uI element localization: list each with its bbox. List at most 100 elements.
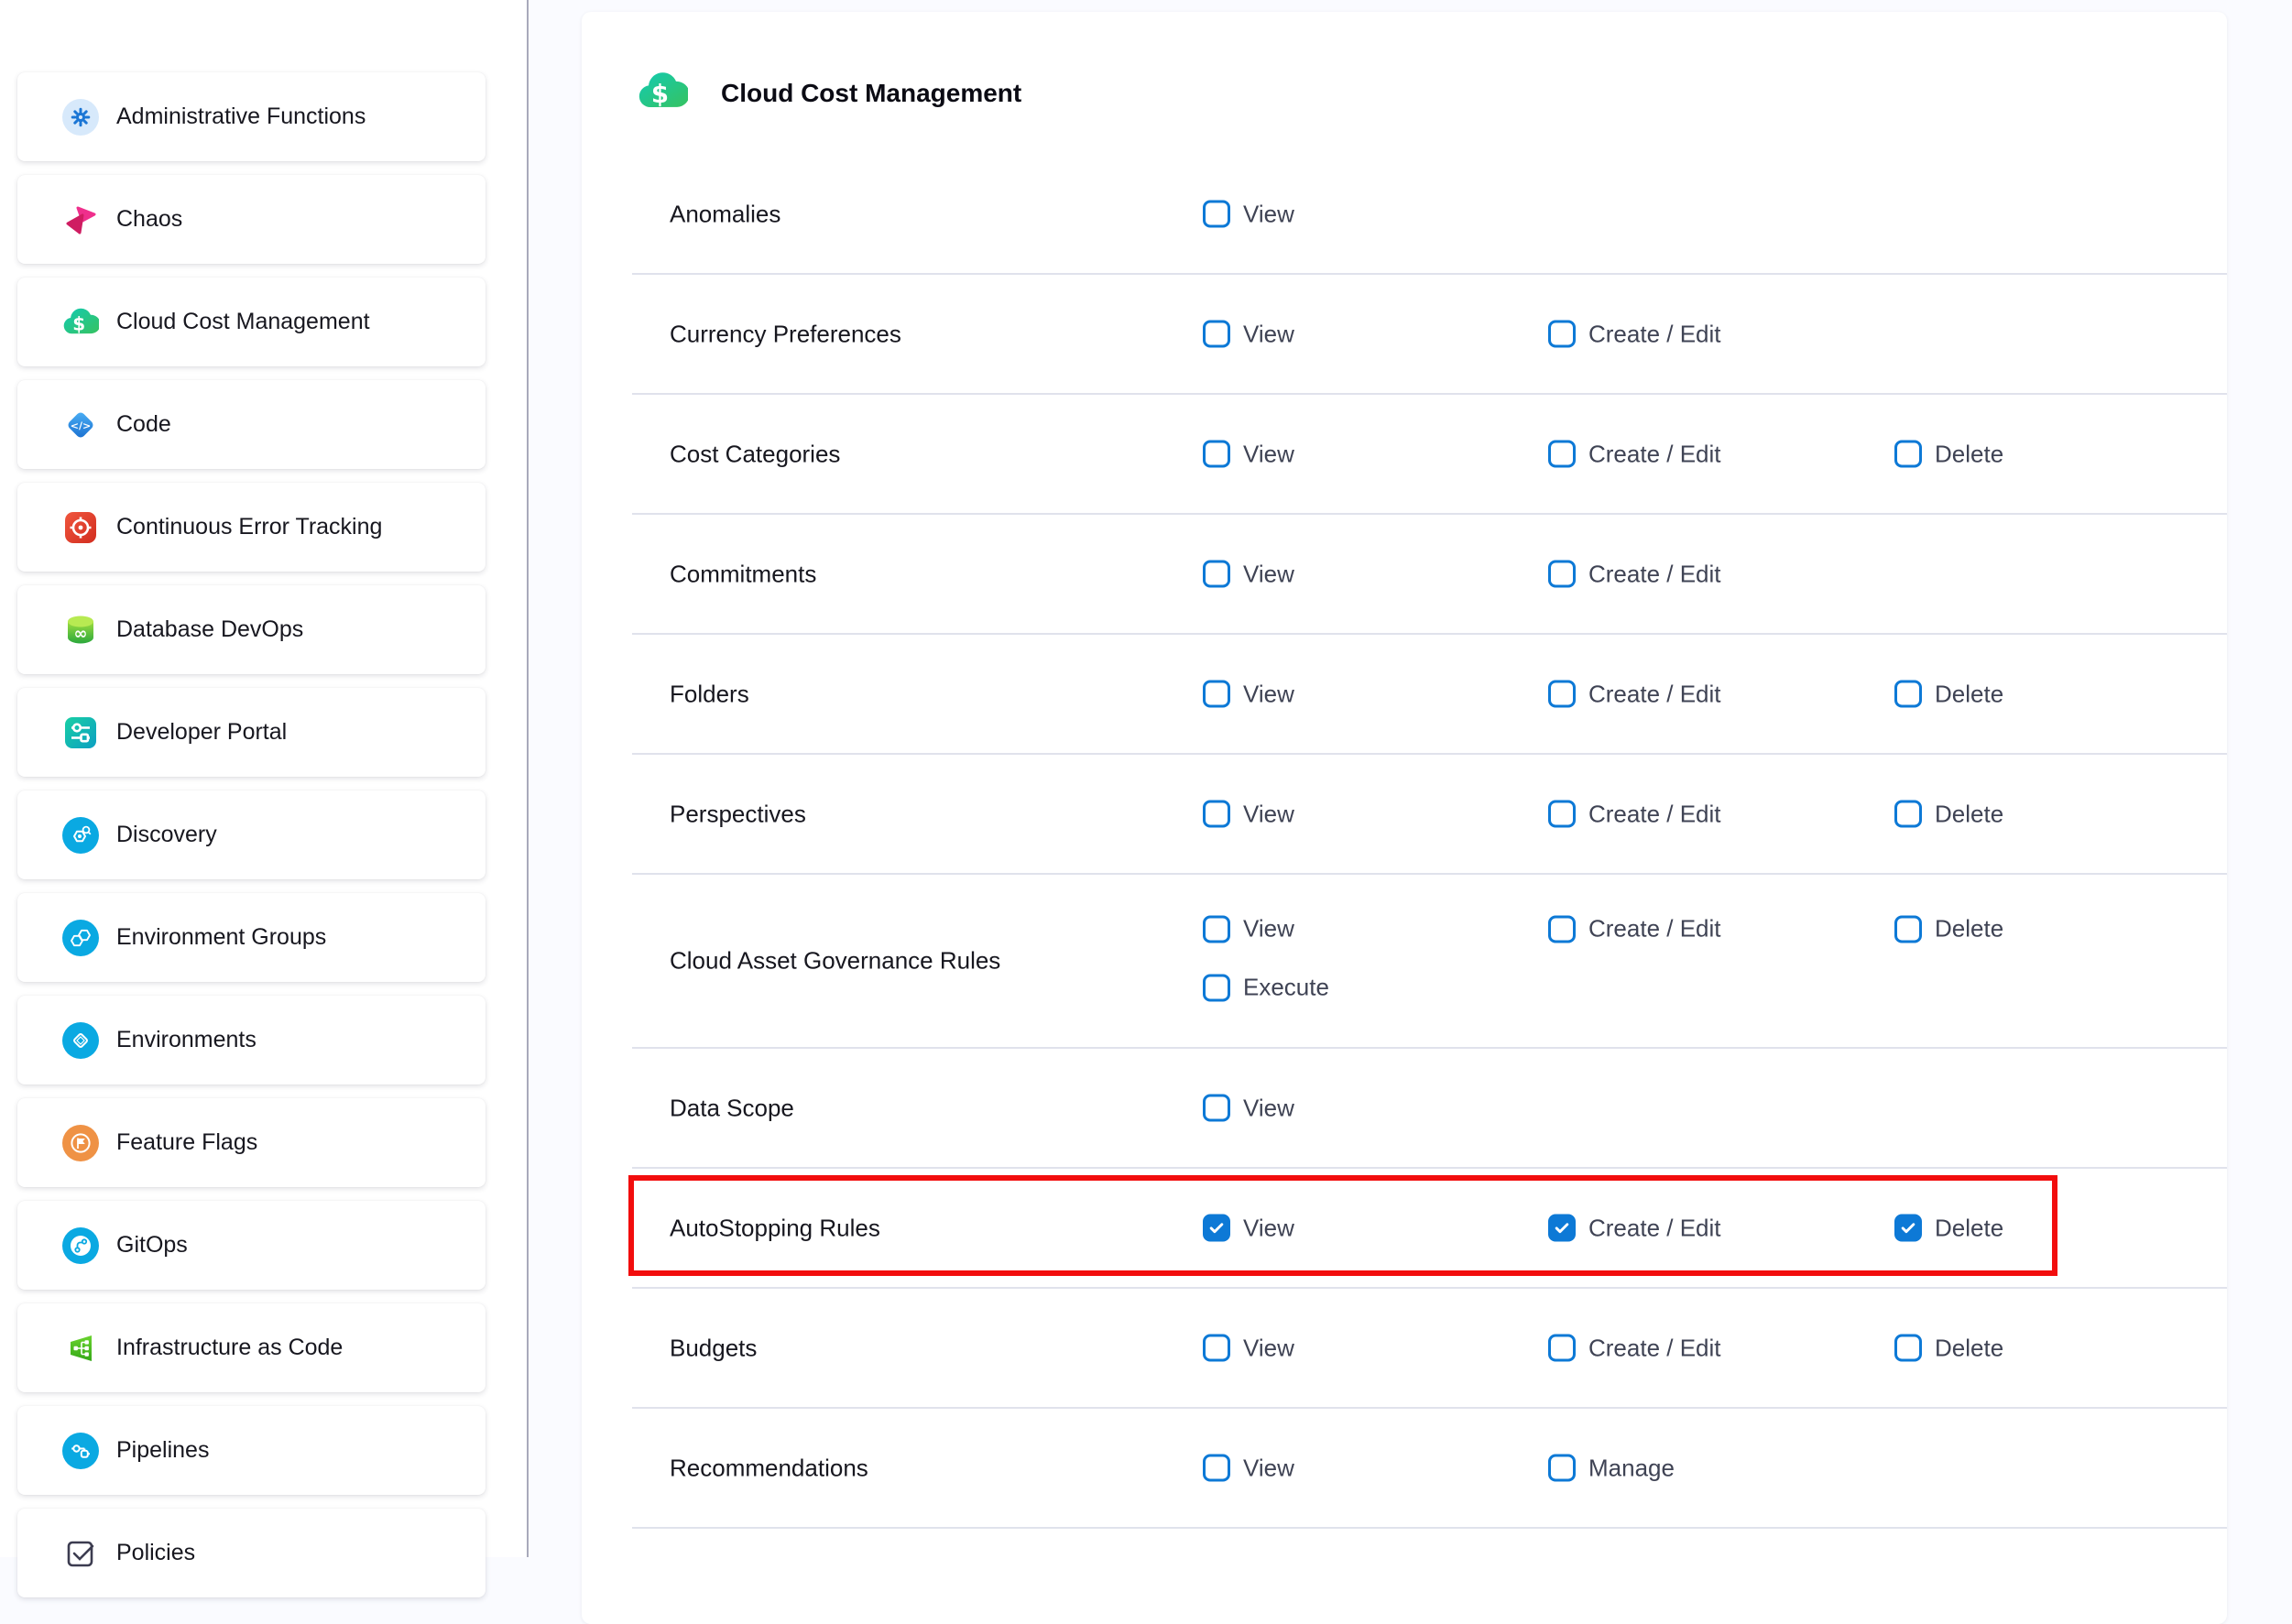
sidebar-item-code[interactable]: </> Code (17, 380, 486, 469)
sidebar-item-environments[interactable]: Environments (17, 996, 486, 1084)
execute-checkbox[interactable] (1203, 974, 1230, 1001)
view-checkbox[interactable] (1203, 681, 1230, 708)
permission-option-delete: Delete (1894, 915, 2003, 943)
checkbox-label: Delete (1935, 915, 2003, 943)
permission-option-create-edit: Create / Edit (1548, 800, 1721, 828)
view-checkbox[interactable] (1203, 1095, 1230, 1122)
resource-label: Anomalies (670, 200, 780, 228)
sidebar-item-developer-portal[interactable]: Developer Portal (17, 688, 486, 777)
permission-option-create-edit: Create / Edit (1548, 1334, 1721, 1362)
delete-checkbox[interactable] (1894, 681, 1922, 708)
module-sidebar: Administrative Functions Chaos $ Cloud C… (0, 0, 529, 1557)
permission-option-view: View (1203, 915, 1294, 943)
flag-icon (62, 1125, 99, 1161)
sidebar-item-label: Infrastructure as Code (116, 1335, 343, 1361)
create-edit-checkbox[interactable] (1548, 801, 1576, 828)
permission-row-currency-preferences: Currency Preferences View Create / Edit (632, 275, 2227, 395)
sidebar-item-chaos[interactable]: Chaos (17, 175, 486, 264)
checkbox-label: View (1243, 800, 1294, 828)
create-edit-checkbox[interactable] (1548, 1215, 1576, 1242)
sidebar-item-database-devops[interactable]: ∞ Database DevOps (17, 585, 486, 674)
delete-checkbox[interactable] (1894, 1215, 1922, 1242)
create-edit-checkbox[interactable] (1548, 441, 1576, 468)
svg-text:$: $ (651, 80, 669, 109)
checkbox-label: View (1243, 320, 1294, 348)
permission-row-cost-categories: Cost Categories View Create / Edit Delet… (632, 395, 2227, 515)
checkbox-label: View (1243, 1094, 1294, 1122)
sidebar-item-label: Code (116, 411, 171, 438)
cloud-dollar-icon: $ (637, 71, 688, 116)
resource-label: Data Scope (670, 1094, 794, 1122)
create-edit-checkbox[interactable] (1548, 561, 1576, 588)
pipeline-links-icon (62, 1433, 99, 1469)
permission-row-data-scope: Data Scope View (632, 1049, 2227, 1169)
view-checkbox[interactable] (1203, 321, 1230, 348)
permission-option-view: View (1203, 1094, 1294, 1122)
manage-checkbox[interactable] (1548, 1455, 1576, 1482)
view-checkbox[interactable] (1203, 441, 1230, 468)
permission-option-view: View (1203, 800, 1294, 828)
resource-label: Recommendations (670, 1454, 868, 1482)
permission-option-create-edit: Create / Edit (1548, 440, 1721, 468)
sidebar-item-administrative-functions[interactable]: Administrative Functions (17, 72, 486, 161)
sidebar-item-continuous-error-tracking[interactable]: Continuous Error Tracking (17, 483, 486, 572)
sidebar-item-label: Environment Groups (116, 924, 326, 951)
permission-option-view: View (1203, 440, 1294, 468)
create-edit-checkbox[interactable] (1548, 915, 1576, 943)
delete-checkbox[interactable] (1894, 441, 1922, 468)
sidebar-item-pipelines[interactable]: Pipelines (17, 1406, 486, 1495)
view-checkbox[interactable] (1203, 201, 1230, 228)
view-checkbox[interactable] (1203, 915, 1230, 943)
permission-option-view: View (1203, 320, 1294, 348)
permission-option-delete: Delete (1894, 800, 2003, 828)
sidebar-item-label: Cloud Cost Management (116, 309, 370, 335)
sidebar-item-policies[interactable]: Policies (17, 1509, 486, 1597)
permission-option-create-edit: Create / Edit (1548, 915, 1721, 943)
delete-checkbox[interactable] (1894, 915, 1922, 943)
resource-label: Budgets (670, 1334, 757, 1362)
checkbox-label: View (1243, 560, 1294, 588)
view-checkbox[interactable] (1203, 561, 1230, 588)
cube-icon (62, 1022, 99, 1059)
view-checkbox[interactable] (1203, 1455, 1230, 1482)
permission-option-view: View (1203, 1214, 1294, 1242)
permission-option-create-edit: Create / Edit (1548, 680, 1721, 708)
permission-option-execute: Execute (1203, 974, 1329, 1002)
permission-option-delete: Delete (1894, 1334, 2003, 1362)
permission-option-create-edit: Create / Edit (1548, 1214, 1721, 1242)
create-edit-checkbox[interactable] (1548, 681, 1576, 708)
sidebar-item-cloud-cost-management[interactable]: $ Cloud Cost Management (17, 278, 486, 366)
create-edit-checkbox[interactable] (1548, 321, 1576, 348)
view-checkbox[interactable] (1203, 1215, 1230, 1242)
resource-label: Folders (670, 680, 749, 708)
view-checkbox[interactable] (1203, 801, 1230, 828)
resource-label: Cloud Asset Governance Rules (670, 947, 1000, 975)
checkbox-label: Create / Edit (1588, 320, 1721, 348)
permission-option-create-edit: Create / Edit (1548, 320, 1721, 348)
svg-text:</>: </> (71, 420, 91, 431)
cloud-dollar-icon: $ (62, 304, 99, 341)
sidebar-item-feature-flags[interactable]: Feature Flags (17, 1098, 486, 1187)
delete-checkbox[interactable] (1894, 801, 1922, 828)
checkbox-label: Create / Edit (1588, 680, 1721, 708)
view-checkbox[interactable] (1203, 1335, 1230, 1362)
checkbox-label: View (1243, 1334, 1294, 1362)
permission-option-view: View (1203, 560, 1294, 588)
permission-option-delete: Delete (1894, 680, 2003, 708)
permission-row-cloud-asset-governance-rules: Cloud Asset Governance Rules View Create… (632, 875, 2227, 1049)
checkbox-check-icon (62, 1535, 99, 1572)
sidebar-item-label: Continuous Error Tracking (116, 514, 382, 540)
checkbox-label: Create / Edit (1588, 915, 1721, 943)
sidebar-item-environment-groups[interactable]: Environment Groups (17, 893, 486, 982)
permission-rows: Anomalies View Currency Preferences View… (632, 155, 2227, 1529)
checkbox-label: Create / Edit (1588, 1334, 1721, 1362)
sidebar-item-discovery[interactable]: Discovery (17, 790, 486, 879)
sidebar-item-infrastructure-as-code[interactable]: Infrastructure as Code (17, 1303, 486, 1392)
sliders-icon (62, 714, 99, 751)
permission-option-view: View (1203, 200, 1294, 228)
permission-option-manage: Manage (1548, 1454, 1675, 1482)
sidebar-item-label: Policies (116, 1540, 195, 1566)
delete-checkbox[interactable] (1894, 1335, 1922, 1362)
create-edit-checkbox[interactable] (1548, 1335, 1576, 1362)
sidebar-item-gitops[interactable]: GitOps (17, 1201, 486, 1290)
